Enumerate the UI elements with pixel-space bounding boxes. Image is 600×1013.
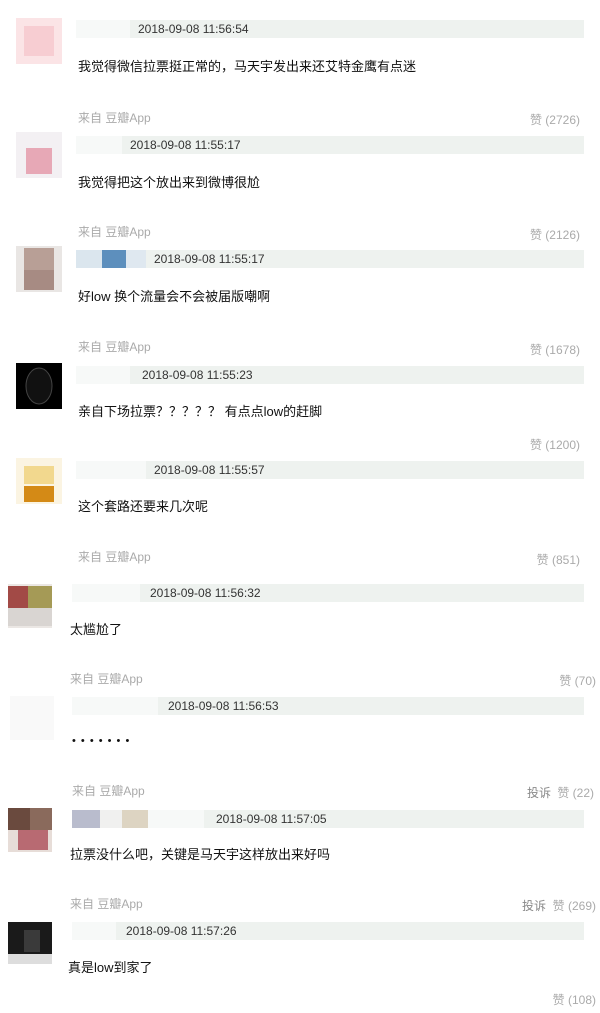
comment-timestamp: 2018-09-08 11:57:05 — [216, 812, 327, 826]
avatar-image — [16, 363, 62, 409]
comment-text: • • • • • • • — [72, 735, 131, 747]
comment-source: 来自 豆瓣App — [70, 672, 143, 686]
like-button[interactable]: 赞 (269) — [553, 897, 596, 914]
avatar[interactable] — [16, 363, 62, 409]
comment-timestamp: 2018-09-08 11:55:17 — [130, 138, 241, 152]
comment-header: 2018-09-08 11:55:23 — [76, 366, 584, 384]
comment-text: 亲自下场拉票？？？？？ 有点点low的赶脚 — [78, 404, 323, 419]
comment-timestamp: 2018-09-08 11:56:54 — [138, 22, 249, 36]
avatar[interactable] — [16, 246, 62, 292]
avatar-image — [16, 18, 62, 64]
comment-header: 2018-09-08 11:56:32 — [72, 584, 584, 602]
comment-text: 拉票没什么吧，关键是马天宇这样放出来好吗 — [70, 847, 331, 862]
avatar-image — [8, 922, 52, 964]
comment-text: 真是low到家了 — [68, 960, 153, 975]
avatar-image — [16, 458, 62, 504]
report-button[interactable]: 投诉 — [522, 897, 546, 914]
comment-text: 好low 换个流量会不会被届版嘲啊 — [78, 289, 271, 304]
like-button[interactable]: 赞 (22) — [557, 784, 594, 801]
comment-text: 我觉得把这个放出来到微博很尬 — [78, 175, 261, 190]
avatar[interactable] — [16, 132, 62, 178]
comment-header: 2018-09-08 11:55:57 — [76, 461, 584, 479]
comment-timestamp: 2018-09-08 11:56:53 — [168, 699, 279, 713]
like-button[interactable]: 赞 (108) — [553, 991, 596, 1008]
avatar[interactable] — [8, 808, 52, 852]
comment-header: 2018-09-08 11:56:54 — [76, 20, 584, 38]
comment-source: 来自 豆瓣App — [72, 784, 145, 798]
comment-text: 这个套路还要来几次呢 — [78, 499, 209, 514]
comment-text: 我觉得微信拉票挺正常的，马天宇发出来还艾特金鹰有点迷 — [78, 59, 417, 74]
comment-timestamp: 2018-09-08 11:56:32 — [150, 586, 261, 600]
like-button[interactable]: 赞 (1200) — [530, 436, 580, 453]
like-button[interactable]: 赞 (851) — [537, 551, 580, 568]
comment-timestamp: 2018-09-08 11:55:57 — [154, 463, 265, 477]
like-button[interactable]: 赞 (2726) — [530, 111, 580, 128]
comment-header: 2018-09-08 11:57:05 — [72, 810, 584, 828]
avatar-image — [8, 584, 52, 628]
comment-source: 来自 豆瓣App — [78, 550, 151, 564]
avatar[interactable] — [16, 458, 62, 504]
comment-timestamp: 2018-09-08 11:55:17 — [154, 252, 265, 266]
avatar[interactable] — [8, 922, 52, 964]
comment-timestamp: 2018-09-08 11:55:23 — [142, 368, 253, 382]
comment-header: 2018-09-08 11:56:53 — [72, 697, 584, 715]
like-button[interactable]: 赞 (70) — [559, 672, 596, 689]
avatar-image — [16, 246, 62, 292]
like-button[interactable]: 赞 (2126) — [530, 226, 580, 243]
avatar[interactable] — [16, 18, 62, 64]
comment-source: 来自 豆瓣App — [78, 340, 151, 354]
comment-source: 来自 豆瓣App — [78, 225, 151, 239]
comment-header: 2018-09-08 11:55:17 — [76, 136, 584, 154]
avatar[interactable] — [8, 584, 52, 628]
avatar-image — [16, 132, 62, 178]
report-button[interactable]: 投诉 — [527, 784, 551, 801]
comment-source: 来自 豆瓣App — [70, 897, 143, 911]
comment-timestamp: 2018-09-08 11:57:26 — [126, 924, 237, 938]
like-button[interactable]: 赞 (1678) — [530, 341, 580, 358]
comment-header: 2018-09-08 11:57:26 — [72, 922, 584, 940]
avatar[interactable] — [10, 696, 54, 740]
comment-header: 2018-09-08 11:55:17 — [76, 250, 584, 268]
comment-text: 太尴尬了 — [70, 622, 123, 637]
avatar-image — [8, 808, 52, 852]
comment-source: 来自 豆瓣App — [78, 111, 151, 125]
avatar-image — [10, 696, 54, 740]
